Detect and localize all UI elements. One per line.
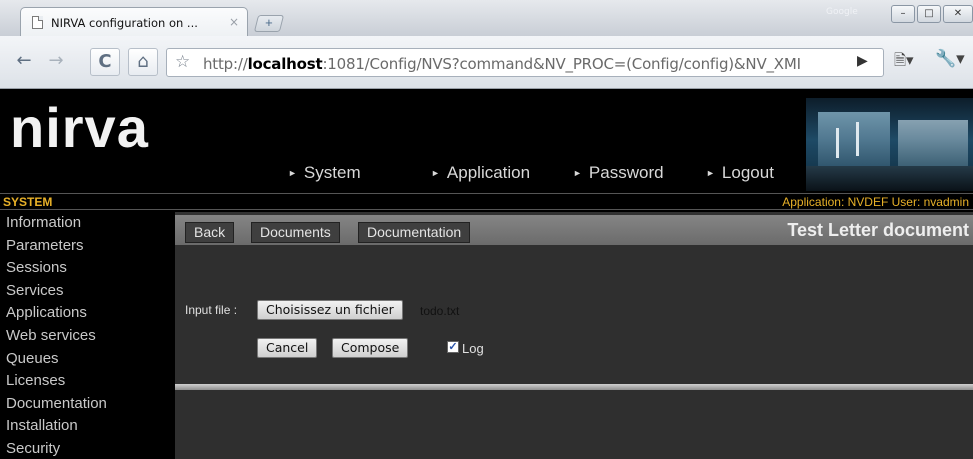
wrench-menu-icon[interactable]: 🔧▾	[935, 49, 965, 69]
documentation-button[interactable]: Documentation	[358, 222, 471, 243]
section-title: SYSTEM	[3, 195, 53, 209]
sidebar-item-information[interactable]: Information	[0, 212, 173, 235]
choose-file-button[interactable]: Choisissez un fichier	[257, 300, 403, 320]
nirva-logo: nirva	[10, 96, 149, 159]
go-arrow-icon[interactable]: ▶	[857, 52, 868, 69]
sidebar-item-parameters[interactable]: Parameters	[0, 235, 173, 258]
sidebar-item-web-services[interactable]: Web services	[0, 325, 173, 348]
sidebar-item-queues[interactable]: Queues	[0, 348, 173, 371]
header-photo	[806, 98, 973, 191]
compose-button[interactable]: Compose	[332, 338, 409, 358]
sidebar-item-services[interactable]: Services	[0, 280, 173, 303]
url-text[interactable]: http://localhost:1081/Config/NVS?command…	[203, 55, 801, 73]
url-host: localhost	[247, 55, 323, 73]
sidebar-item-applications[interactable]: Applications	[0, 302, 173, 325]
page-menu-icon[interactable]: 🗎▾	[894, 50, 914, 75]
back-button[interactable]: Back	[185, 222, 235, 243]
google-label: Google	[826, 7, 858, 17]
cancel-button[interactable]: Cancel	[257, 338, 318, 358]
sidebar-item-security[interactable]: Security	[0, 438, 173, 459]
forward-arrow-icon[interactable]: →	[42, 48, 70, 76]
plus-icon: +	[265, 15, 273, 30]
main-panel: Back Documents Documentation Test Letter…	[175, 212, 973, 459]
sidebar-menu: Information Parameters Sessions Services…	[0, 212, 173, 459]
page-icon	[32, 16, 43, 29]
log-label: Log	[462, 341, 484, 356]
sidebar-item-licenses[interactable]: Licenses	[0, 370, 173, 393]
reload-icon[interactable]: C	[90, 48, 120, 76]
tab-title: NIRVA configuration on ...	[51, 16, 198, 30]
page-title: Test Letter document	[787, 220, 969, 240]
bookmark-star-icon[interactable]: ☆	[175, 52, 190, 72]
url-prefix: http://	[203, 55, 248, 73]
nav-system[interactable]: System	[288, 163, 361, 183]
browser-toolbar: ← → C ⌂ ☆ http://localhost:1081/Config/N…	[0, 36, 973, 89]
application-user-info: Application: NVDEF User: nvadmin	[782, 195, 969, 209]
system-header-bar: SYSTEM Application: NVDEF User: nvadmin	[0, 193, 973, 210]
compose-form: Input file : Choisissez un fichier todo.…	[175, 245, 973, 384]
close-window-button[interactable]: ✕	[943, 5, 973, 23]
nav-password[interactable]: Password	[573, 163, 664, 183]
log-checkbox[interactable]: ✓	[447, 341, 459, 353]
home-icon[interactable]: ⌂	[128, 48, 158, 76]
sidebar-item-documentation[interactable]: Documentation	[0, 393, 173, 416]
url-path: :1081/Config/NVS?command&NV_PROC=(Config…	[322, 55, 801, 73]
tab-strip: NIRVA configuration on ... × + Google – …	[0, 0, 973, 36]
browser-window: NIRVA configuration on ... × + Google – …	[0, 0, 973, 459]
selected-filename: todo.txt	[420, 304, 460, 318]
tab-close-icon[interactable]: ×	[229, 15, 239, 29]
web-page: nirva System Application Password Logout…	[0, 89, 973, 459]
nav-application[interactable]: Application	[431, 163, 530, 183]
nav-logout[interactable]: Logout	[706, 163, 774, 183]
back-arrow-icon[interactable]: ←	[10, 48, 38, 76]
maximize-button[interactable]: □	[917, 5, 941, 23]
sidebar-item-installation[interactable]: Installation	[0, 415, 173, 438]
sidebar-item-sessions[interactable]: Sessions	[0, 257, 173, 280]
documents-button[interactable]: Documents	[251, 222, 340, 243]
main-toolbar: Back Documents Documentation Test Letter…	[175, 215, 973, 245]
minimize-button[interactable]: –	[891, 5, 915, 23]
input-file-label: Input file :	[185, 303, 238, 317]
address-bar[interactable]: ☆ http://localhost:1081/Config/NVS?comma…	[166, 48, 884, 77]
browser-tab[interactable]: NIRVA configuration on ... ×	[20, 7, 248, 36]
output-area	[175, 390, 973, 459]
new-tab-button[interactable]: +	[253, 15, 285, 32]
